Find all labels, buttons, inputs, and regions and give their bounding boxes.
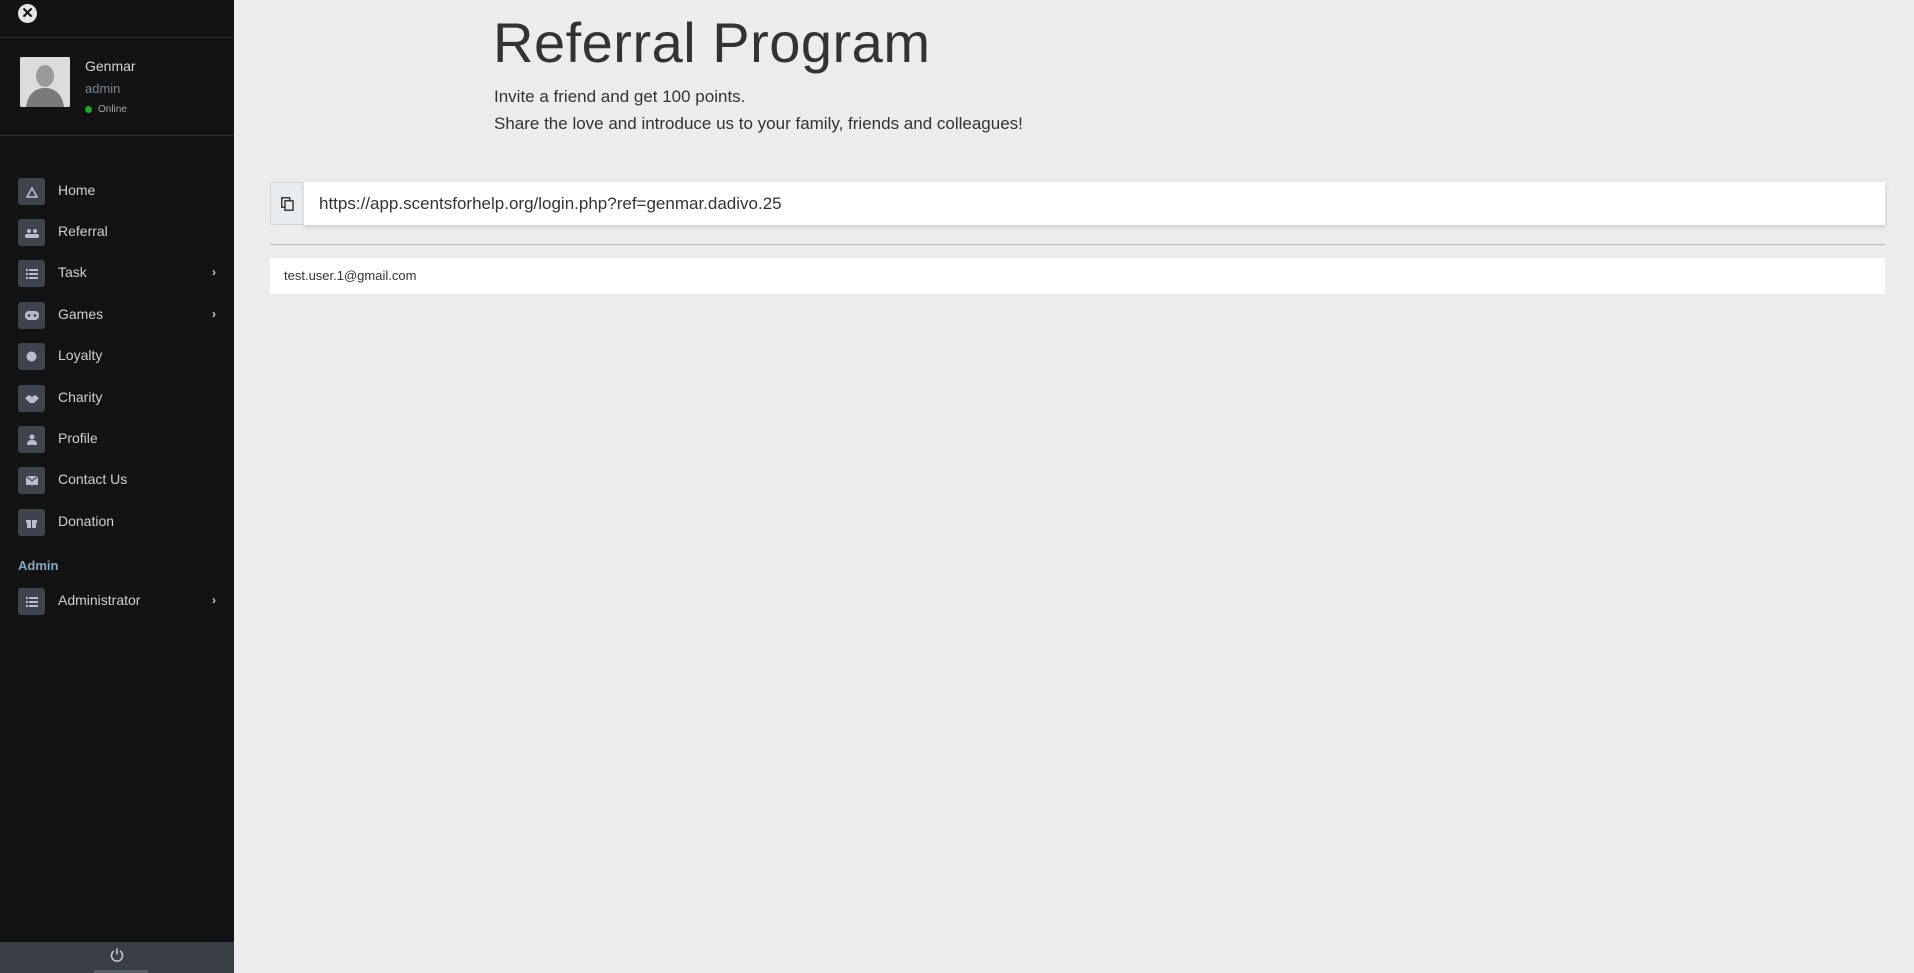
page-title: Referral Program bbox=[493, 11, 931, 74]
sidebar-item-task[interactable]: Task › bbox=[0, 256, 234, 292]
sidebar-footer bbox=[0, 942, 234, 973]
power-icon[interactable] bbox=[108, 947, 126, 967]
online-status-icon bbox=[85, 106, 92, 113]
admin-section-header: Admin bbox=[18, 558, 59, 573]
handshake-icon bbox=[18, 385, 45, 412]
sidebar: ✕ Genmar admin Online Home Referral Task… bbox=[0, 0, 234, 973]
sidebar-item-games[interactable]: Games › bbox=[0, 298, 234, 334]
referral-link-group bbox=[270, 182, 1885, 225]
sidebar-item-profile[interactable]: Profile bbox=[0, 422, 234, 458]
user-panel: Genmar admin Online bbox=[20, 57, 230, 117]
users-icon bbox=[18, 219, 45, 246]
gamepad-icon bbox=[18, 302, 45, 329]
tasks-icon bbox=[18, 260, 45, 287]
chevron-right-icon: › bbox=[212, 593, 216, 607]
sidebar-item-label: Profile bbox=[58, 430, 98, 446]
badge-icon bbox=[18, 343, 45, 370]
page-subtitle: Invite a friend and get 100 points. bbox=[494, 87, 746, 106]
tasks-icon bbox=[18, 588, 45, 615]
copy-icon bbox=[281, 196, 294, 211]
sidebar-item-donation[interactable]: Donation bbox=[0, 505, 234, 541]
list-item: test.user.1@gmail.com bbox=[270, 258, 1885, 294]
gift-icon bbox=[18, 509, 45, 536]
chevron-right-icon: › bbox=[212, 265, 216, 279]
sidebar-item-referral[interactable]: Referral bbox=[0, 215, 234, 251]
sidebar-item-label: Administrator bbox=[58, 592, 141, 608]
sidebar-item-label: Charity bbox=[58, 389, 103, 405]
sidebar-item-label: Games bbox=[58, 306, 104, 322]
chevron-right-icon: › bbox=[212, 307, 216, 321]
divider bbox=[270, 244, 1885, 245]
user-status: Online bbox=[85, 104, 127, 115]
sidebar-item-loyalty[interactable]: Loyalty bbox=[0, 339, 234, 375]
status-label: Online bbox=[98, 104, 127, 115]
sidebar-item-charity[interactable]: Charity bbox=[0, 381, 234, 417]
copy-link-button[interactable] bbox=[270, 182, 304, 225]
sidebar-item-label: Loyalty bbox=[58, 347, 103, 363]
divider bbox=[0, 37, 234, 38]
sidebar-item-label: Referral bbox=[58, 223, 108, 239]
sidebar-item-contact-us[interactable]: Contact Us bbox=[0, 463, 234, 499]
page-description: Share the love and introduce us to your … bbox=[494, 114, 1023, 133]
close-sidebar-icon[interactable]: ✕ bbox=[18, 4, 37, 23]
user-name: Genmar bbox=[85, 58, 136, 74]
sidebar-item-label: Contact Us bbox=[58, 471, 128, 487]
envelope-icon bbox=[18, 467, 45, 494]
referral-list: test.user.1@gmail.com bbox=[270, 258, 1885, 294]
user-icon bbox=[18, 426, 45, 453]
divider bbox=[0, 135, 234, 136]
dashboard-icon bbox=[18, 178, 45, 205]
avatar bbox=[20, 57, 70, 107]
referral-link-input[interactable] bbox=[304, 182, 1885, 225]
sidebar-item-label: Donation bbox=[58, 513, 115, 529]
sidebar-item-administrator[interactable]: Administrator › bbox=[0, 584, 234, 620]
sidebar-item-home[interactable]: Home bbox=[0, 174, 234, 210]
sidebar-item-label: Home bbox=[58, 182, 96, 198]
sidebar-item-label: Task bbox=[58, 264, 87, 280]
user-role: admin bbox=[85, 81, 121, 96]
